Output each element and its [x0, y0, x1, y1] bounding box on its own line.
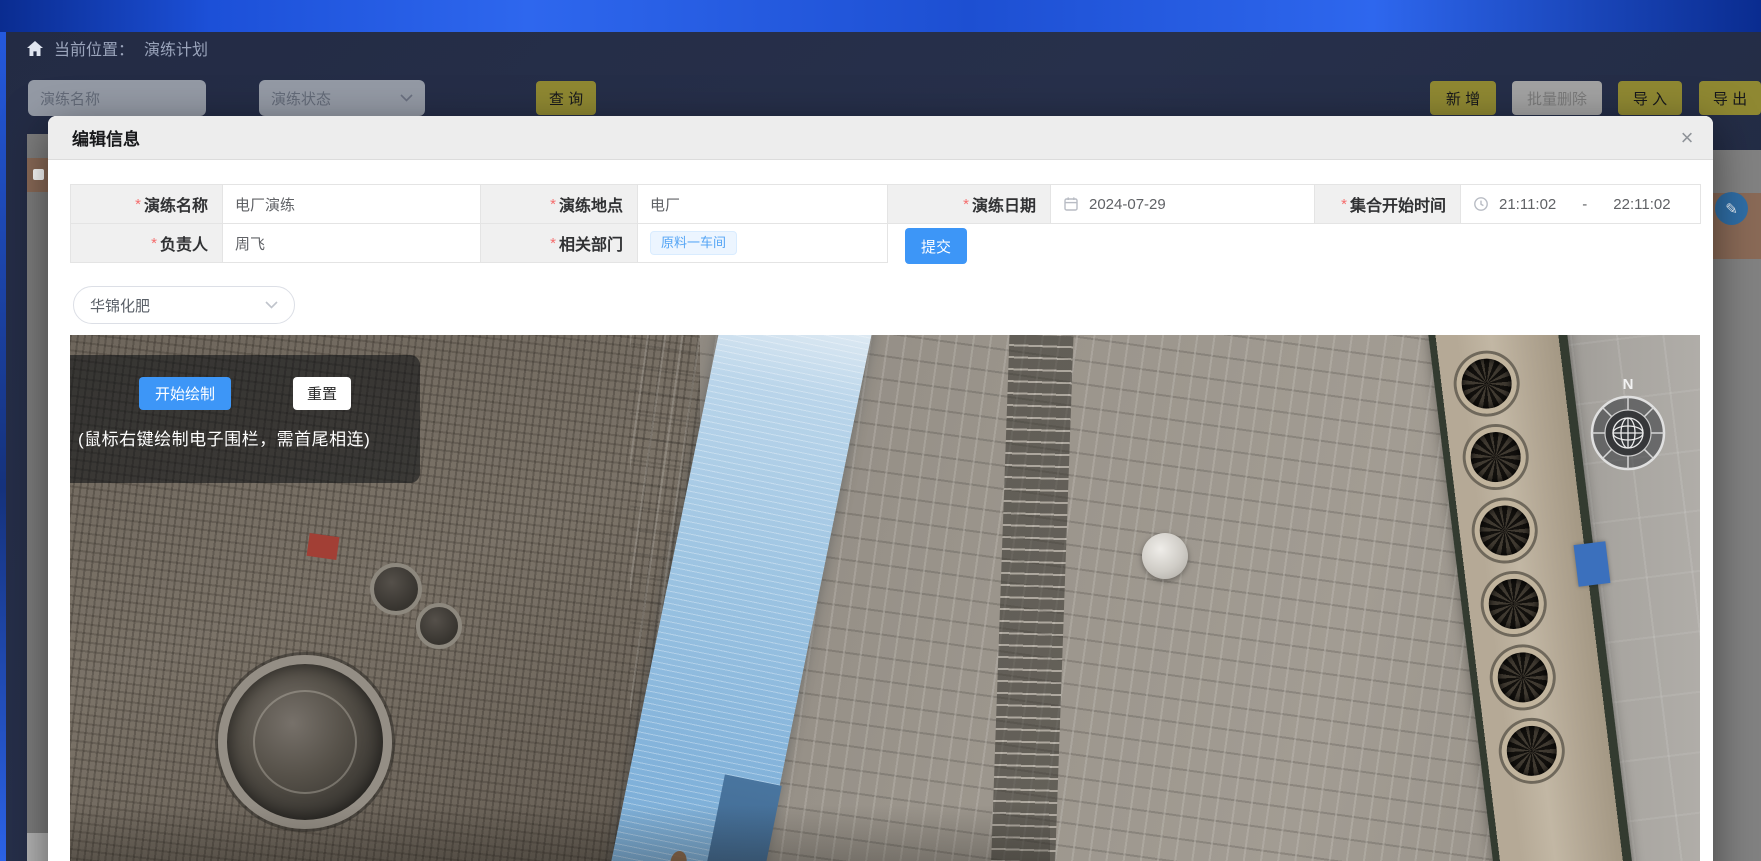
pencil-icon: ✎ — [1725, 200, 1738, 218]
company-select[interactable]: 华锦化肥 — [73, 286, 295, 324]
compass-control[interactable]: N — [1586, 373, 1670, 477]
home-icon — [26, 40, 44, 57]
edit-info-modal: 编辑信息 × * 演练名称 电厂演练 * 演练地点 电厂 * 演练日期 — [48, 116, 1713, 861]
reset-draw-button[interactable]: 重置 — [293, 377, 351, 410]
drill-name-filter-input[interactable]: 演练名称 — [28, 80, 206, 116]
breadcrumb-prefix: 当前位置： — [54, 36, 134, 60]
drill-status-placeholder: 演练状态 — [271, 88, 331, 109]
app-window: 当前位置： 演练计划 演练名称 演练状态 查 询 新 增 批量删除 导 入 导 … — [0, 0, 1761, 861]
time-start: 21:11:02 — [1499, 196, 1556, 213]
breadcrumb: 当前位置： 演练计划 — [26, 36, 208, 60]
required-mark: * — [135, 196, 141, 213]
drill-location-label: * 演练地点 — [481, 185, 638, 224]
modal-title: 编辑信息 — [72, 125, 140, 150]
drill-name-input[interactable]: 电厂演练 — [223, 185, 481, 224]
departments-multiselect[interactable]: 原料一车间 — [638, 224, 888, 263]
breadcrumb-current: 演练计划 — [144, 36, 208, 60]
globe-icon — [1613, 418, 1643, 448]
row-checkbox-fragment[interactable] — [33, 169, 44, 180]
time-end: 22:11:02 — [1613, 196, 1670, 213]
assembly-time-range-picker[interactable]: 21:11:02 - 22:11:02 — [1461, 185, 1701, 224]
export-button[interactable]: 导 出 — [1699, 81, 1761, 115]
required-mark: * — [151, 235, 157, 252]
required-mark: * — [1341, 196, 1347, 213]
modal-header: 编辑信息 × — [48, 116, 1713, 160]
time-separator: - — [1582, 196, 1587, 213]
search-button[interactable]: 查 询 — [536, 81, 596, 115]
assembly-time-label: * 集合开始时间 — [1315, 185, 1461, 224]
add-button[interactable]: 新 增 — [1430, 81, 1496, 115]
required-mark: * — [963, 196, 969, 213]
leader-input[interactable]: 周飞 — [223, 224, 481, 263]
left-edge-strip — [0, 32, 6, 861]
map-aerial-photo[interactable]: 开始绘制 重置 (鼠标右键绘制电子围栏，需首尾相连) N — [70, 335, 1700, 861]
drill-name-placeholder: 演练名称 — [40, 88, 100, 109]
compass-n-label: N — [1623, 376, 1634, 393]
table-empty-region — [888, 224, 1701, 263]
draw-control-panel: 开始绘制 重置 (鼠标右键绘制电子围栏，需首尾相连) — [70, 355, 420, 483]
background-footer-fragment-left — [27, 833, 48, 861]
department-tag: 原料一车间 — [650, 231, 737, 255]
start-draw-button[interactable]: 开始绘制 — [139, 377, 231, 410]
drill-name-label: * 演练名称 — [71, 185, 223, 224]
drill-status-select[interactable]: 演练状态 — [259, 80, 425, 116]
batch-delete-button[interactable]: 批量删除 — [1512, 81, 1602, 115]
chevron-down-icon — [265, 301, 278, 309]
departments-label: * 相关部门 — [481, 224, 638, 263]
submit-button[interactable]: 提交 — [905, 228, 967, 264]
import-button[interactable]: 导 入 — [1618, 81, 1682, 115]
leader-label: * 负责人 — [71, 224, 223, 263]
close-icon[interactable]: × — [1673, 124, 1701, 152]
drill-form-table: * 演练名称 电厂演练 * 演练地点 电厂 * 演练日期 2024-07- — [70, 184, 1701, 263]
chevron-down-icon — [400, 94, 413, 102]
drill-date-label: * 演练日期 — [888, 185, 1051, 224]
clock-icon — [1473, 196, 1489, 212]
drill-date-picker[interactable]: 2024-07-29 — [1051, 185, 1315, 224]
background-table-left-fragment — [27, 134, 48, 834]
row-edit-button-fragment[interactable]: ✎ — [1715, 192, 1748, 225]
top-gradient-band — [0, 0, 1761, 32]
required-mark: * — [550, 235, 556, 252]
draw-hint-text: (鼠标右键绘制电子围栏，需首尾相连) — [78, 425, 420, 450]
calendar-icon — [1063, 196, 1079, 212]
required-mark: * — [550, 196, 556, 213]
drill-location-input[interactable]: 电厂 — [638, 185, 888, 224]
